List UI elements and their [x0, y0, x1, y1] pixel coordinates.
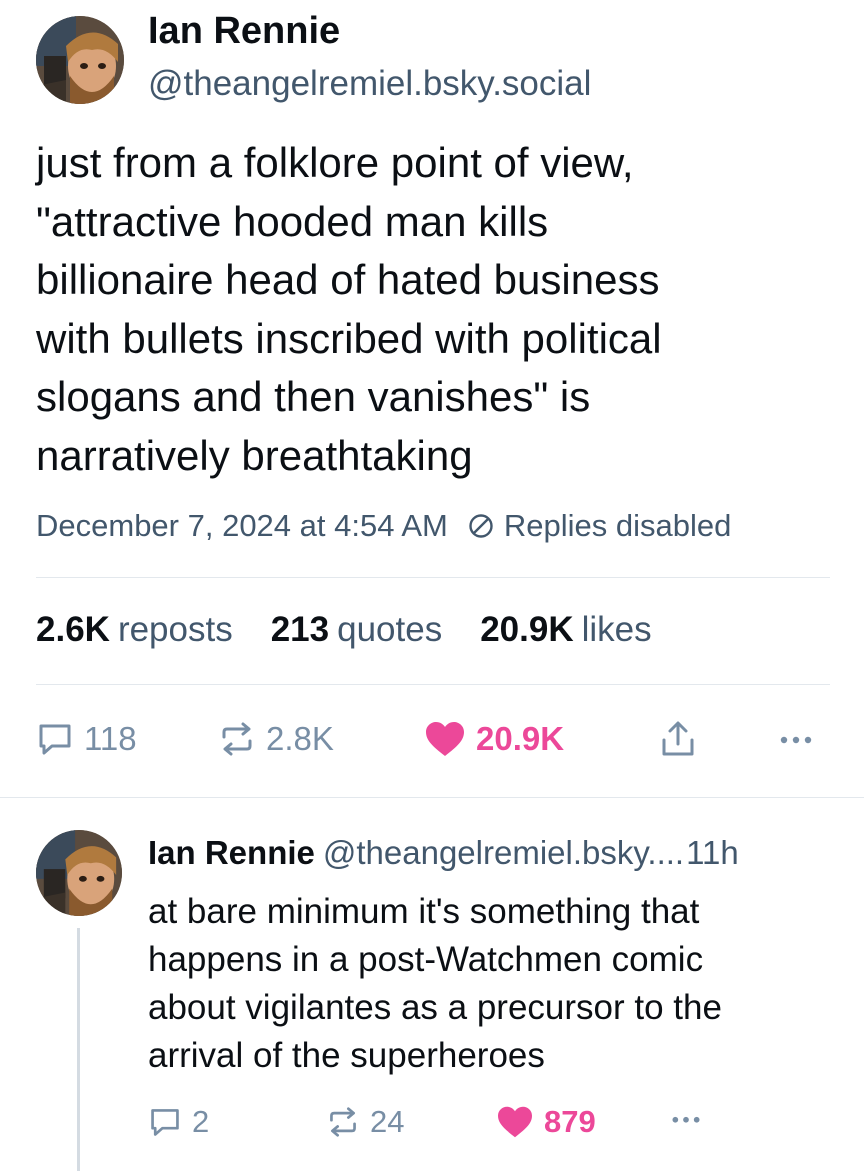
share-button[interactable]: [660, 720, 706, 758]
replies-status-label: Replies disabled: [503, 508, 732, 543]
reply-time[interactable]: 11h: [686, 834, 739, 871]
post-meta: December 7, 2024 at 4:54 AM Replies disa…: [36, 508, 731, 544]
reply-author-name[interactable]: Ian Rennie: [148, 834, 315, 871]
post-actions: 118 2.8K 20.9K: [0, 716, 864, 766]
repost-icon: [330, 1107, 356, 1137]
reply-avatar[interactable]: [36, 830, 122, 916]
repost-button[interactable]: 2.8K: [218, 720, 334, 758]
reply-reply-count: 2: [192, 1104, 210, 1139]
reply-author-handle[interactable]: @theangelremiel.bsky....: [323, 834, 684, 871]
reply-header: Ian Rennie @theangelremiel.bsky....11h: [148, 834, 739, 872]
avatar-image: [36, 830, 122, 916]
likes-stat[interactable]: 20.9K likes: [480, 610, 651, 650]
post-text-line: narratively breathtaking: [36, 431, 473, 479]
post-text-line: just from a folklore point of view,: [36, 139, 634, 186]
reply-text-line: at bare minimum it's something that: [148, 892, 700, 931]
divider: [36, 684, 830, 685]
post-text: just from a folklore point of view, "att…: [36, 134, 836, 485]
post-text-line: with bullets inscribed with political: [36, 314, 662, 362]
repost-count: 2.8K: [266, 720, 334, 757]
circle-slash-icon: [469, 514, 493, 538]
heart-icon: [426, 722, 464, 756]
reply-button[interactable]: 118: [36, 720, 137, 758]
likes-count: 20.9K: [480, 610, 574, 649]
more-button[interactable]: [776, 720, 826, 756]
reply-text-line: happens in a post-Watchmen comic: [148, 940, 704, 979]
like-count: 20.9K: [476, 720, 565, 757]
post-timestamp: December 7, 2024 at 4:54 AM: [36, 508, 448, 543]
reply-more-button[interactable]: [668, 1102, 714, 1134]
share-icon: [662, 721, 694, 756]
reply-text-line: about vigilantes as a precursor to the: [148, 988, 722, 1027]
quotes-stat[interactable]: 213 quotes: [271, 610, 443, 650]
avatar-image: [36, 16, 124, 104]
reply-icon: [39, 724, 71, 755]
reply-like-count: 879: [544, 1104, 596, 1139]
avatar[interactable]: [36, 16, 124, 104]
likes-label: likes: [581, 610, 652, 649]
reply-repost-count: 24: [370, 1104, 405, 1139]
author-name[interactable]: Ian Rennie: [148, 10, 340, 53]
heart-icon: [498, 1106, 532, 1138]
post-text-line: "attractive hooded man kills: [36, 197, 549, 245]
reply-icon: [151, 1109, 179, 1136]
reply-like-button[interactable]: 879: [496, 1104, 596, 1140]
reply-actions: 2 24 879: [0, 1100, 864, 1146]
post-text-line: billionaire head of hated business: [36, 256, 660, 303]
reposts-count: 2.6K: [36, 610, 110, 649]
quotes-label: quotes: [337, 610, 443, 649]
more-icon: [780, 736, 812, 744]
divider: [36, 577, 830, 578]
reply-text-line: arrival of the superheroes: [148, 1036, 545, 1075]
reposts-label: reposts: [117, 610, 233, 649]
reposts-stat[interactable]: 2.6K reposts: [36, 610, 233, 650]
like-button[interactable]: 20.9K: [424, 720, 564, 758]
reply-repost-button[interactable]: 24: [326, 1104, 404, 1140]
repost-icon: [222, 722, 252, 756]
divider: [0, 797, 864, 798]
author-handle[interactable]: @theangelremiel.bsky.social: [148, 64, 591, 104]
quotes-count: 213: [270, 610, 330, 649]
reply-reply-button[interactable]: 2: [148, 1104, 209, 1140]
replies-status: Replies disabled: [468, 508, 731, 544]
more-icon: [672, 1116, 700, 1123]
reply-count: 118: [84, 720, 137, 757]
reply-text: at bare minimum it's something that happ…: [148, 888, 838, 1080]
post-text-line: slogans and then vanishes" is: [36, 373, 591, 420]
post-stats: 2.6K reposts 213 quotes 20.9K likes: [36, 610, 690, 650]
